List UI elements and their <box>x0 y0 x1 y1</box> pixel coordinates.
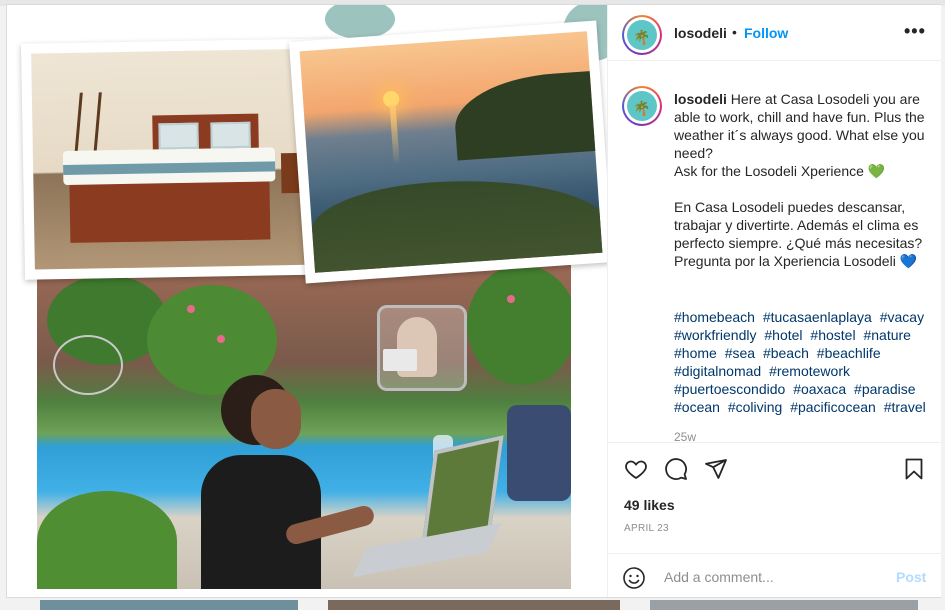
bedroom-photo <box>31 48 329 270</box>
cliff <box>452 68 603 161</box>
post-sidebar: 🌴 losodeli • Follow ••• 🌴 losodeli Here … <box>607 5 942 599</box>
comment-icon[interactable] <box>662 455 690 483</box>
related-posts-strip <box>0 600 945 610</box>
sunset-photo <box>299 31 603 273</box>
related-thumb[interactable] <box>650 600 918 610</box>
follow-button[interactable]: Follow <box>744 25 788 41</box>
hashtag-link[interactable]: #remotework <box>769 363 850 379</box>
related-thumb[interactable] <box>40 600 298 610</box>
flower <box>217 335 225 343</box>
hashtag-link[interactable]: #beachlife <box>817 345 881 361</box>
wire-chair <box>53 335 123 395</box>
shore <box>309 170 603 273</box>
hashtag-link[interactable]: #workfriendly <box>674 327 756 343</box>
pool-photo <box>37 265 571 589</box>
hashtag-list: #homebeach #tucasaenlaplaya #vacay #work… <box>674 308 936 416</box>
hashtag-link[interactable]: #beach <box>763 345 809 361</box>
heart-icon[interactable] <box>622 455 650 483</box>
hashtag-link[interactable]: #travel <box>884 399 926 415</box>
foliage <box>467 265 571 385</box>
palm-tree-icon: 🌴 <box>633 99 651 116</box>
avatar[interactable]: 🌴 <box>622 15 662 55</box>
comment-bar: Post <box>608 553 942 599</box>
foreground-plant <box>37 491 177 589</box>
caption-avatar[interactable]: 🌴 <box>622 86 662 126</box>
hashtag-link[interactable]: #paradise <box>854 381 916 397</box>
caption-text: losodeli Here at Casa Losodeli you are a… <box>674 90 932 270</box>
person-face <box>251 389 301 449</box>
sunset-polaroid <box>288 20 607 284</box>
hashtag-link[interactable]: #home <box>674 345 717 361</box>
pillow <box>158 122 199 150</box>
hashtag-link[interactable]: #vacay <box>880 309 924 325</box>
post-comment-button[interactable]: Post <box>896 569 926 585</box>
green-heart-emoji: 💚 <box>867 163 886 179</box>
towel <box>507 405 571 501</box>
caption-section: 🌴 losodeli Here at Casa Losodeli you are… <box>608 62 942 442</box>
hashtag-link[interactable]: #puertoescondido <box>674 381 785 397</box>
caption-username[interactable]: losodeli <box>674 91 727 107</box>
hashtag-link[interactable]: #homebeach <box>674 309 755 325</box>
emoji-icon[interactable] <box>622 566 646 590</box>
caption-spanish: En Casa Losodeli puedes descansar, traba… <box>674 199 923 269</box>
flower <box>507 295 515 303</box>
hashtag-link[interactable]: #sea <box>725 345 755 361</box>
hashtag-link[interactable]: #tucasaenlaplaya <box>763 309 872 325</box>
hashtag-link[interactable]: #hostel <box>810 327 855 343</box>
sun-reflection <box>389 104 400 166</box>
post-header: 🌴 losodeli • Follow ••• <box>608 5 942 61</box>
hashtag-link[interactable]: #coliving <box>728 399 782 415</box>
hashtag-link[interactable]: #hotel <box>764 327 802 343</box>
hashtag-link[interactable]: #oaxaca <box>793 381 846 397</box>
post-media[interactable] <box>7 5 607 597</box>
bookmark-icon[interactable] <box>900 455 928 483</box>
hashtag-link[interactable]: #digitalnomad <box>674 363 761 379</box>
action-bar <box>608 442 942 492</box>
hashtag-link[interactable]: #ocean <box>674 399 720 415</box>
blue-heart-emoji: 💙 <box>899 253 918 269</box>
comment-input[interactable] <box>664 566 884 588</box>
laptop <box>383 349 417 371</box>
like-count[interactable]: 49 likes <box>624 497 675 513</box>
relative-time[interactable]: 25w <box>674 430 696 442</box>
hashtag-link[interactable]: #pacificocean <box>790 399 876 415</box>
pillow <box>210 121 251 149</box>
username-link[interactable]: losodeli <box>674 25 727 41</box>
separator-dot: • <box>732 24 737 40</box>
more-icon[interactable]: ••• <box>904 21 926 42</box>
related-thumb[interactable] <box>328 600 620 610</box>
hashtag-link[interactable]: #nature <box>863 327 910 343</box>
palm-tree-icon: 🌴 <box>633 28 651 45</box>
post-date: APRIL 23 <box>624 523 669 534</box>
flower <box>187 305 195 313</box>
post-card: 🌴 losodeli • Follow ••• 🌴 losodeli Here … <box>6 4 942 599</box>
decor-blob <box>325 5 395 39</box>
share-icon[interactable] <box>702 455 730 483</box>
